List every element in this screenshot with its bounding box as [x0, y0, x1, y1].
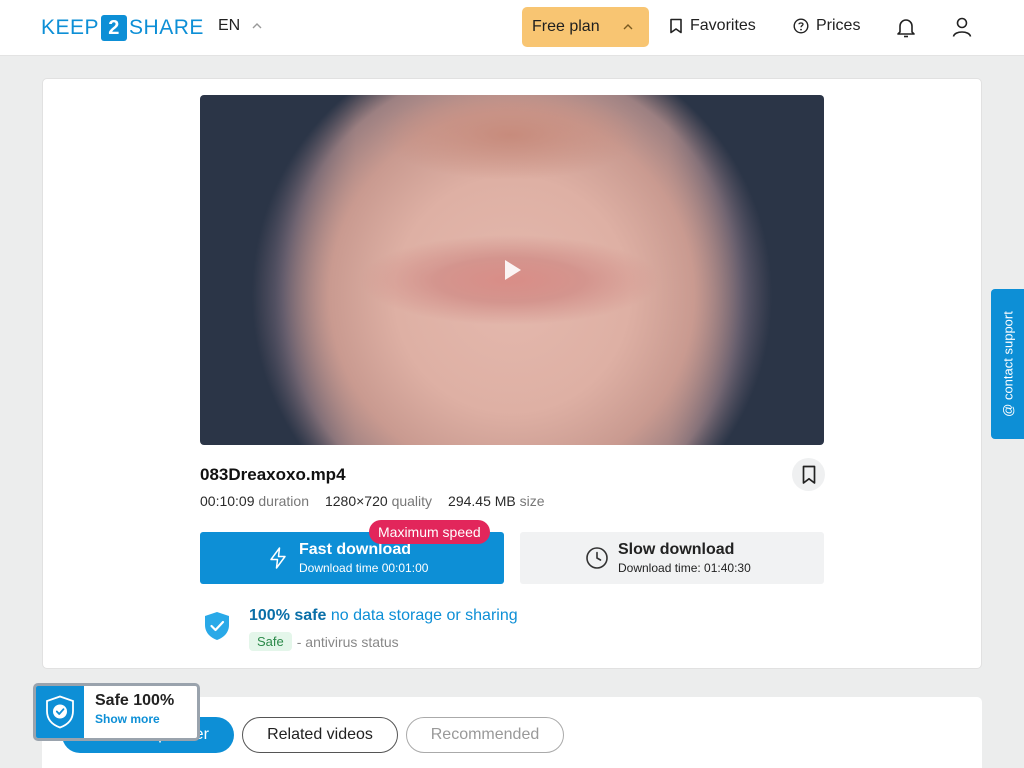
slow-download-title: Slow download [618, 541, 735, 558]
duration-info: 00:10:09 duration [200, 493, 309, 509]
contact-support-tab[interactable]: @ contact support [991, 289, 1024, 439]
antivirus-status: Safe - antivirus status [249, 632, 399, 651]
site-logo[interactable]: KEEP 2 SHARE [41, 14, 204, 42]
lightning-icon [270, 547, 286, 569]
logo-text-keep: KEEP [41, 16, 100, 39]
safety-headline: 100% safe no data storage or sharing [249, 607, 518, 625]
tab-recommended[interactable]: Recommended [406, 717, 564, 753]
plan-selector[interactable]: Free plan [522, 7, 649, 47]
contact-support-label: @ contact support [1000, 311, 1015, 417]
quality-label: quality [391, 493, 433, 509]
quality-info: 1280×720 quality [325, 493, 432, 509]
file-name: 083Dreaxoxo.mp4 [200, 465, 346, 484]
slow-download-time: Download time: 01:40:30 [618, 561, 751, 575]
max-speed-badge: Maximum speed [369, 520, 490, 544]
clock-icon [586, 547, 608, 569]
prices-label: Prices [816, 17, 861, 34]
tab-related-videos[interactable]: Related videos [242, 717, 398, 753]
show-more-link[interactable]: Show more [95, 712, 174, 726]
file-meta: 00:10:09 duration 1280×720 quality 294.4… [200, 493, 545, 509]
duration-label: duration [258, 493, 309, 509]
slow-download-button[interactable]: Slow download Download time: 01:40:30 [520, 532, 824, 584]
top-header: KEEP 2 SHARE EN Free plan Favorites Prices [0, 0, 1024, 56]
safe-widget-text: Safe 100% Show more [84, 686, 174, 738]
size-value: 294.45 MB [448, 493, 516, 509]
user-icon[interactable] [950, 15, 974, 39]
logo-text-2: 2 [101, 15, 128, 41]
safe-100-widget[interactable]: Safe 100% Show more [33, 683, 200, 741]
language-label: EN [218, 17, 241, 34]
bookmark-icon [802, 465, 815, 484]
language-selector[interactable]: EN [218, 17, 264, 35]
safety-headline-bold: 100% safe [249, 607, 327, 624]
plan-label: Free plan [532, 18, 600, 35]
size-label: size [519, 493, 545, 509]
chevron-up-icon [252, 23, 262, 29]
status-badge: Safe [249, 632, 292, 651]
antivirus-status-text: - antivirus status [296, 633, 399, 650]
size-info: 294.45 MB size [448, 493, 545, 509]
safety-headline-rest: no data storage or sharing [330, 607, 518, 624]
bell-icon[interactable] [894, 15, 918, 39]
bookmark-icon [670, 18, 682, 34]
shield-check-icon [46, 695, 74, 729]
play-icon[interactable] [505, 260, 521, 280]
chevron-up-icon [623, 24, 633, 30]
safe-shield-container [36, 686, 84, 738]
fast-download-time: Download time 00:01:00 [299, 561, 429, 575]
video-preview[interactable] [200, 95, 824, 445]
favorites-link[interactable]: Favorites [669, 17, 756, 35]
logo-text-share: SHARE [129, 16, 204, 39]
shield-check-icon [205, 612, 229, 640]
file-card: 083Dreaxoxo.mp4 00:10:09 duration 1280×7… [42, 78, 982, 669]
safe-widget-title: Safe 100% [95, 692, 175, 709]
help-circle-icon [793, 18, 809, 34]
favorites-label: Favorites [690, 17, 756, 34]
add-to-favorites-button[interactable] [792, 458, 825, 491]
quality-value: 1280×720 [324, 493, 388, 509]
prices-link[interactable]: Prices [793, 17, 860, 35]
duration-value: 00:10:09 [200, 493, 255, 509]
